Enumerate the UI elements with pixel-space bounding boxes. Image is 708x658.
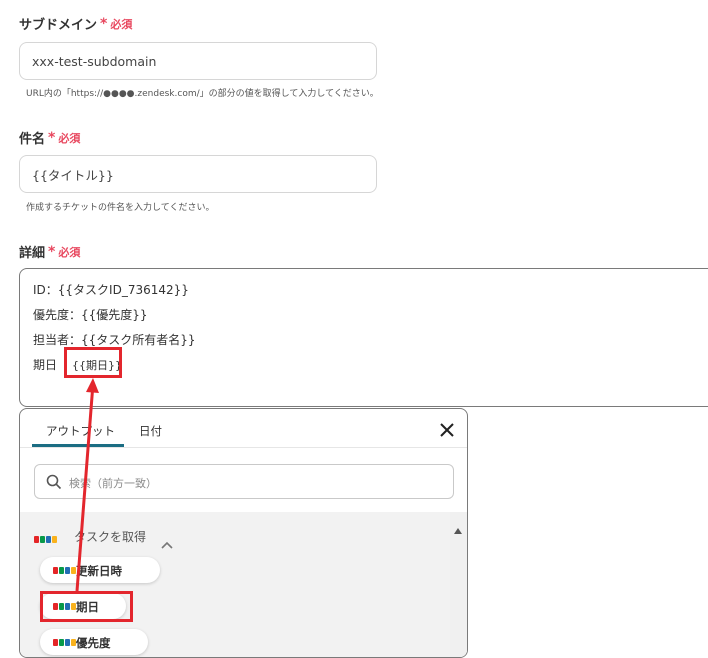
- connector-arrow: [75, 378, 99, 592]
